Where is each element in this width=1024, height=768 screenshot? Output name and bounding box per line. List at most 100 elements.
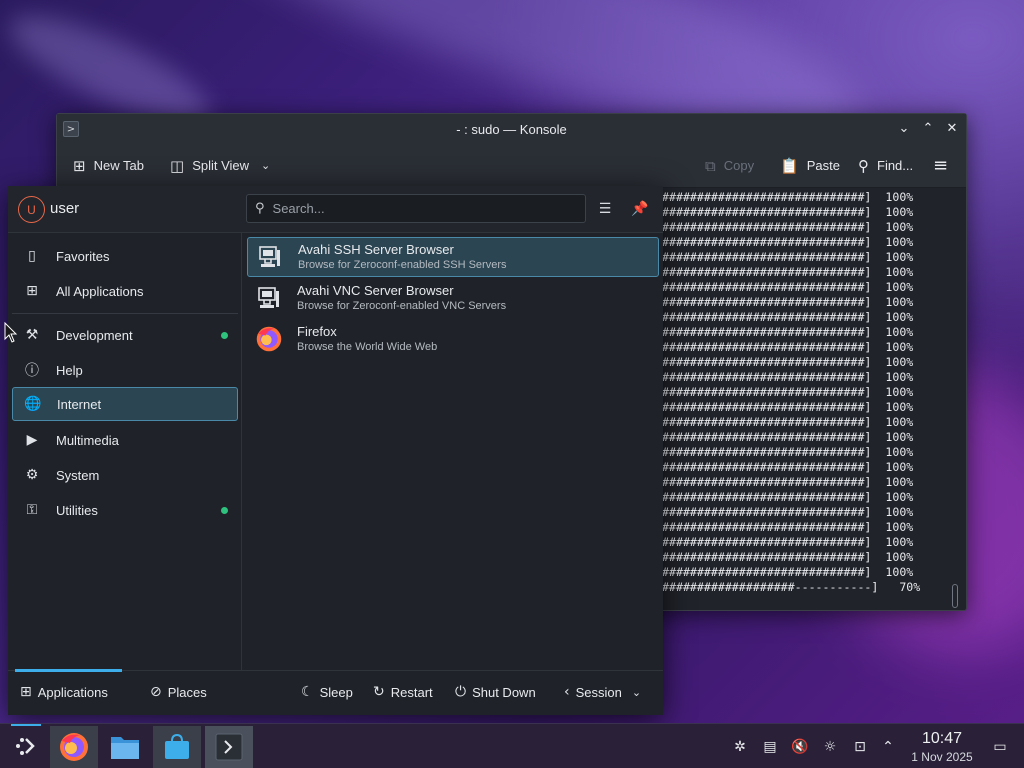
find-label: Find... [877,158,914,173]
sleep-icon: ☾ [301,684,314,700]
firefox-icon [255,325,283,353]
sidebar-item-multimedia[interactable]: ▶ Multimedia [12,423,238,457]
app-name: Avahi VNC Server Browser [297,283,454,298]
session-label: Session [575,684,622,700]
active-tab-indicator [15,669,122,672]
kde-connect-icon[interactable]: ✲ [730,737,750,757]
sidebar-item-all-applications[interactable]: ⊞ All Applications [12,274,238,308]
terminal-line: #############################] 100% [662,520,914,534]
terminal-line: #############################] 100% [662,370,914,384]
copy-button[interactable]: ⧉ Copy [705,157,754,175]
terminal-line: ###################-----------] 70% [662,580,921,594]
terminal-line: #############################] 100% [662,430,914,444]
split-view-icon: ◫ [170,156,185,175]
sidebar-item-label: All Applications [56,283,144,299]
software-store-icon [165,733,189,759]
sidebar-item-system[interactable]: ⚙ System [12,458,238,492]
session-button[interactable]: ‹ Session ⌄ [564,684,641,700]
copy-label: Copy [723,158,755,173]
terminal-line: #############################] 100% [662,340,914,354]
taskbar-file-manager[interactable] [101,726,149,768]
pin-icon[interactable]: 📌 [629,198,651,220]
minimize-icon[interactable]: ⌄ [896,120,912,136]
terminal-line: #############################] 100% [662,220,914,234]
app-item-firefox[interactable]: Firefox Browse the World Wide Web [247,319,659,359]
terminal-line: #############################] 100% [662,325,914,339]
shutdown-button[interactable]: ⏻ Shut Down [455,684,536,700]
split-view-button[interactable]: ◫ Split View ⌄ [170,157,270,175]
terminal-line: #############################] 100% [662,535,914,549]
paste-button[interactable]: 📋 Paste [780,157,840,175]
terminal-line: #############################] 100% [662,355,914,369]
sidebar-item-label: System [56,467,100,483]
search-input[interactable] [272,201,563,216]
terminal-scrollbar[interactable] [952,584,958,608]
brightness-icon[interactable]: ☼ [820,737,840,757]
terminal-line: #############################] 100% [662,295,914,309]
sidebar-item-label: Multimedia [56,432,119,448]
taskbar-discover[interactable] [153,726,201,768]
sleep-button[interactable]: ☾ Sleep [301,684,353,700]
clock-time[interactable]: 10:47 [906,730,978,748]
terminal-line: #############################] 100% [662,550,914,564]
copy-icon: ⧉ [705,156,716,175]
new-items-indicator [221,506,228,514]
find-button[interactable]: ⚲ Find... [858,157,913,175]
terminal-output[interactable]: #############################] 100% #####… [662,190,946,610]
tab-places[interactable]: ⊘ Places [150,684,207,700]
clipboard-icon[interactable]: ▤ [760,737,780,757]
sidebar-item-help[interactable]: ⓘ Help [12,353,238,387]
toolbox-icon: ⚿ [26,502,38,518]
configure-icon[interactable]: ☰ [594,198,616,220]
power-icon: ⏻ [455,684,467,700]
firefox-icon [60,733,88,761]
globe-icon: 🌐 [24,396,42,412]
sidebar-item-internet[interactable]: 🌐 Internet [12,387,238,421]
split-view-label: Split View [192,158,250,173]
volume-muted-icon[interactable]: 🔇 [790,737,810,757]
terminal-line: #############################] 100% [662,280,914,294]
show-desktop-icon[interactable]: ▭ [990,737,1010,757]
hamburger-menu-button[interactable]: ≡ [933,155,948,176]
search-icon: ⚲ [858,156,869,175]
app-name: Avahi SSH Server Browser [298,242,454,257]
search-field[interactable]: ⚲ [246,194,586,223]
sidebar-item-utilities[interactable]: ⚿ Utilities [12,493,238,527]
new-tab-button[interactable]: ⊞ New Tab [73,157,144,175]
hammer-icon: ⚒ [25,327,39,343]
username: user [50,200,80,217]
taskbar-firefox[interactable] [50,726,98,768]
close-icon[interactable]: ✕ [944,120,960,136]
app-item-avahi-ssh-server-browser[interactable]: Avahi SSH Server Browser Browse for Zeroc… [247,237,659,277]
sidebar-item-favorites[interactable]: ▯ Favorites [12,239,238,273]
info-icon: ⓘ [25,363,39,379]
category-sidebar: ▯ Favorites ⊞ All Applications ⚒ Development ⓘ… [8,233,242,670]
gear-icon: ⚙ [25,467,39,483]
tab-applications[interactable]: ⊞ Applications [20,684,108,700]
app-item-avahi-vnc-server-browser[interactable]: Avahi VNC Server Browser Browse for Zeroc… [247,278,659,318]
tray-expand-icon[interactable]: ⌃ [878,737,898,757]
application-launcher-button[interactable] [2,726,50,768]
terminal-line: #############################] 100% [662,250,914,264]
terminal-line: #############################] 100% [662,400,914,414]
window-titlebar[interactable]: > - : sudo — Konsole ⌄ ⌃ ✕ [57,114,966,144]
grid-icon: ⊞ [20,684,32,700]
restart-icon: ↻ [373,684,385,700]
sidebar-item-development[interactable]: ⚒ Development [12,318,238,352]
avatar[interactable]: U [18,196,45,223]
restart-button[interactable]: ↻ Restart [373,684,433,700]
clock-date[interactable]: 1 Nov 2025 [906,750,978,764]
maximize-icon[interactable]: ⌃ [920,120,936,136]
new-tab-label: New Tab [93,158,144,173]
network-icon[interactable]: ⊡ [850,737,870,757]
app-description: Browse for Zeroconf-enabled SSH Servers [298,259,507,271]
taskbar-konsole[interactable] [205,726,253,768]
compass-icon: ⊘ [150,684,162,700]
bookmark-icon: ▯ [28,248,36,264]
application-launcher: U user ⚲ ☰ 📌 ▯ Favorites ⊞ All Applications… [8,186,663,715]
network-computer-icon [256,243,284,271]
terminal-line: #############################] 100% [662,490,914,504]
sidebar-item-label: Utilities [56,502,98,518]
hamburger-icon: ≡ [933,155,949,176]
sleep-label: Sleep [319,684,353,700]
